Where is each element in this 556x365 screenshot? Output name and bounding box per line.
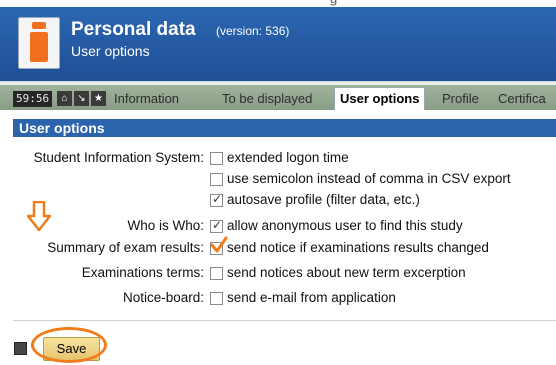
label-summary-exam-results: Summary of exam results: (47, 240, 204, 255)
checkbox-email-from-application[interactable] (210, 292, 223, 305)
tab-information[interactable]: Information (114, 90, 179, 108)
tabbar-separator (0, 82, 556, 85)
tab-bar: 59:56 ⌂ ↘ ★ Information To be displayed … (0, 81, 556, 110)
save-icon (14, 342, 27, 355)
version-label: (version: 536) (216, 24, 290, 38)
app-header: Personal data (version: 536) User option… (0, 7, 556, 81)
home-icon[interactable]: ⌂ (57, 91, 72, 106)
option-email-from-application: send e-mail from application (227, 290, 396, 305)
option-anonymous-user: allow anonymous user to find this study (227, 218, 463, 233)
page-subtitle: User options (71, 43, 150, 59)
option-semicolon-csv: use semicolon instead of comma in CSV ex… (227, 171, 511, 186)
star-icon[interactable]: ★ (91, 91, 106, 106)
label-notice-board: Notice-board: (122, 290, 204, 305)
checkbox-semicolon-csv[interactable] (210, 173, 223, 186)
orange-checkmark-icon (210, 236, 228, 253)
label-examinations-terms: Examinations terms: (81, 265, 204, 280)
section-header: User options (13, 119, 556, 137)
orange-down-arrow-icon (27, 201, 51, 231)
checkbox-extended-logon-time[interactable] (210, 152, 223, 165)
option-extended-logon-time: extended logon time (227, 150, 349, 165)
logo-body-shape (30, 32, 48, 62)
option-new-term-excerption: send notices about new term excerption (227, 265, 466, 280)
page-title: Personal data (71, 19, 196, 40)
orange-highlight-ring (31, 327, 107, 363)
checkbox-autosave-profile[interactable] (210, 192, 223, 207)
session-timer: 59:56 (13, 91, 53, 107)
cropped-top-strip: g (0, 0, 556, 7)
label-who-is-who: Who is Who: (127, 218, 204, 233)
tab-certificates[interactable]: Certifica (498, 90, 546, 108)
checkbox-anonymous-user[interactable] (210, 218, 223, 233)
app-logo (18, 17, 60, 69)
option-exam-results-notice: send notice if examinations results chan… (227, 240, 489, 255)
tab-user-options[interactable]: User options (334, 87, 426, 110)
tab-profile[interactable]: Profile (442, 90, 479, 108)
footer-divider (13, 320, 556, 321)
tab-to-be-displayed[interactable]: To be displayed (222, 90, 312, 108)
checkbox-new-term-excerption[interactable] (210, 267, 223, 280)
logo-cap-shape (32, 22, 46, 29)
download-icon[interactable]: ↘ (74, 91, 89, 106)
option-autosave-profile: autosave profile (filter data, etc.) (227, 192, 420, 207)
label-student-information-system: Student Information System: (33, 150, 204, 165)
